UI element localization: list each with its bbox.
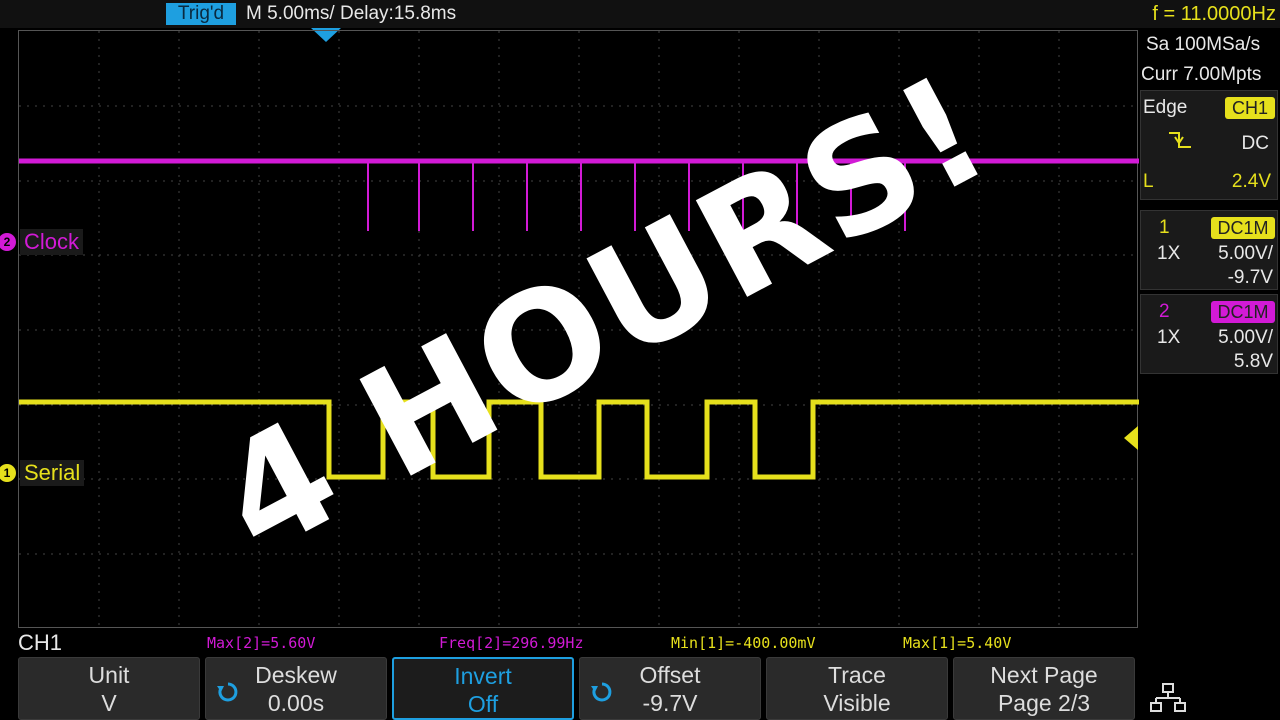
timebase-readout: M 5.00ms/ Delay:15.8ms — [246, 3, 457, 24]
trigger-source-badge: CH1 — [1225, 97, 1275, 119]
top-status-bar: Trig'd M 5.00ms/ Delay:15.8ms f = 11.000… — [0, 0, 1280, 28]
softkey-unit-value: V — [101, 690, 117, 716]
ch2-offset: 5.8V — [1233, 351, 1273, 372]
ch1-probe: 1X — [1157, 243, 1181, 264]
ch1-number: 1 — [1159, 217, 1170, 238]
trigger-info-box[interactable]: Edge CH1 DC L 2.4V — [1140, 90, 1278, 200]
frequency-counter: f = 11.0000Hz — [1152, 3, 1276, 25]
ch1-scale: 5.00V/ — [1218, 243, 1273, 264]
ch1-coupling-badge: DC1M — [1211, 217, 1275, 239]
ch1-info-box[interactable]: 1 DC1M 1X 5.00V/ -9.7V — [1140, 210, 1278, 290]
trigger-level-label: L — [1143, 171, 1154, 192]
measurement-max-ch1: Max[1]=5.40V — [903, 634, 1012, 652]
ch1-offset: -9.7V — [1227, 267, 1273, 288]
softkey-next-page[interactable]: Next Page Page 2/3 — [953, 657, 1135, 720]
network-icon[interactable] — [1150, 680, 1186, 716]
trigger-level-value: 2.4V — [1231, 171, 1271, 192]
measurement-freq-ch2: Freq[2]=296.99Hz — [439, 634, 584, 652]
softkey-trace[interactable]: Trace Visible — [766, 657, 948, 720]
trigger-type: Edge — [1143, 97, 1188, 118]
softkey-trace-value: Visible — [823, 690, 891, 716]
softkey-deskew[interactable]: Deskew 0.00s — [205, 657, 387, 720]
softkey-offset-value: -9.7V — [642, 690, 698, 716]
rising-falling-edge-icon — [1169, 132, 1191, 148]
trigger-level-marker[interactable] — [1124, 426, 1138, 450]
clock-channel-label: Clock — [20, 229, 84, 255]
ch2-scale: 5.00V/ — [1218, 327, 1273, 348]
softkey-offset[interactable]: Offset -9.7V — [579, 657, 761, 720]
softkey-deskew-value: 0.00s — [267, 690, 325, 716]
ch2-coupling-badge: DC1M — [1211, 301, 1275, 323]
trigger-coupling: DC — [1241, 133, 1269, 154]
ch1-ground-marker[interactable]: 1 — [0, 464, 16, 482]
softkey-next-page-title: Next Page — [990, 662, 1098, 688]
softkey-unit[interactable]: Unit V — [18, 657, 200, 720]
ch2-probe: 1X — [1157, 327, 1181, 348]
softkey-invert-title: Invert — [454, 663, 512, 689]
ch2-info-box[interactable]: 2 DC1M 1X 5.00V/ 5.8V — [1140, 294, 1278, 374]
softkey-offset-title: Offset — [639, 662, 701, 688]
softkey-trace-title: Trace — [828, 662, 886, 688]
ch2-ground-marker[interactable]: 2 — [0, 233, 16, 251]
softkey-invert[interactable]: Invert Off — [392, 657, 574, 720]
softkey-next-page-value: Page 2/3 — [997, 690, 1091, 716]
softkey-unit-title: Unit — [88, 662, 130, 688]
measurement-max-ch2: Max[2]=5.60V — [207, 634, 316, 652]
active-channel-label: CH1 — [18, 630, 63, 655]
ch2-number: 2 — [1159, 301, 1170, 322]
sample-rate: Sa 100MSa/s — [1146, 34, 1261, 55]
softkey-invert-value: Off — [467, 691, 499, 717]
measurement-min-ch1: Min[1]=-400.00mV — [671, 634, 816, 652]
softkey-deskew-title: Deskew — [255, 662, 337, 688]
serial-channel-label: Serial — [20, 460, 85, 486]
memory-depth: Curr 7.00Mpts — [1141, 64, 1262, 85]
trigger-status-badge: Trig'd — [166, 3, 236, 25]
